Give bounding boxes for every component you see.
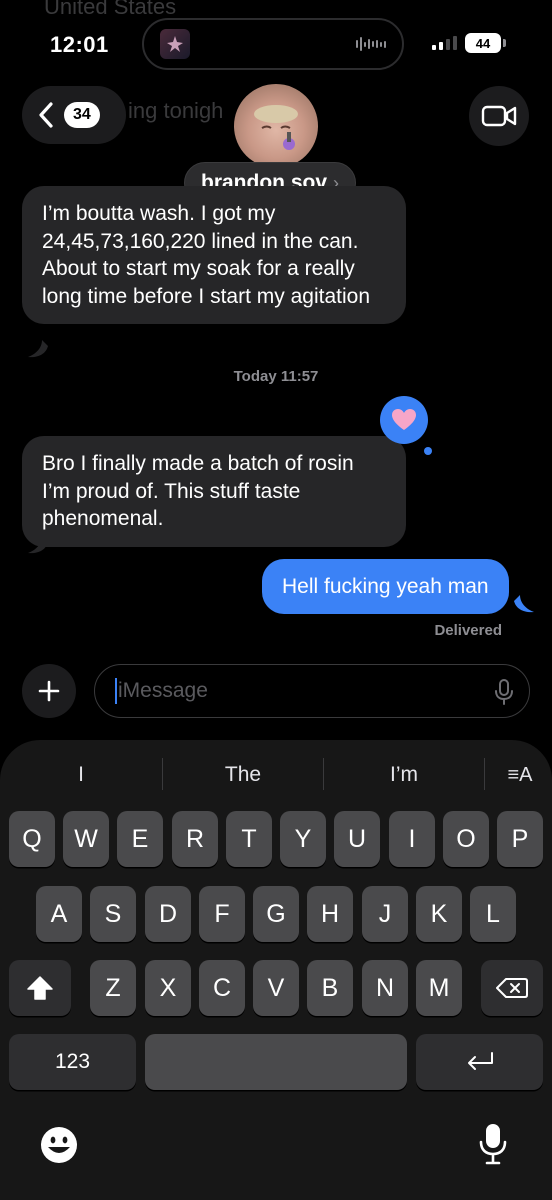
apps-plus-button[interactable]: [22, 664, 76, 718]
back-button[interactable]: 34: [22, 86, 126, 144]
delivery-status: Delivered: [434, 622, 502, 639]
key-i[interactable]: I: [389, 811, 435, 867]
key-o[interactable]: O: [443, 811, 489, 867]
backspace-icon: [496, 978, 528, 998]
key-s[interactable]: S: [90, 886, 136, 942]
key-d[interactable]: D: [145, 886, 191, 942]
key-p[interactable]: P: [497, 811, 543, 867]
message-text: Bro I finally made a batch of rosin I’m …: [42, 452, 354, 530]
prediction-1[interactable]: I: [0, 758, 162, 792]
key-g[interactable]: G: [253, 886, 299, 942]
key-l[interactable]: L: [470, 886, 516, 942]
heart-icon: [392, 409, 416, 430]
unread-count-badge: 34: [64, 102, 100, 128]
emoji-icon[interactable]: [39, 1125, 79, 1165]
message-input-placeholder: iMessage: [118, 679, 208, 702]
space-bar[interactable]: [145, 1034, 407, 1090]
key-y[interactable]: Y: [280, 811, 326, 867]
facetime-video-button[interactable]: [469, 86, 529, 146]
numbers-key[interactable]: 123: [9, 1034, 136, 1090]
key-z[interactable]: Z: [90, 960, 136, 1016]
prediction-3[interactable]: I’m: [324, 758, 484, 792]
key-w[interactable]: W: [63, 811, 109, 867]
key-x[interactable]: X: [145, 960, 191, 1016]
text-cursor: [115, 678, 117, 704]
bubble-tail: [514, 595, 534, 613]
shift-icon: [27, 976, 53, 1000]
tapback-tail: [424, 447, 432, 455]
key-e[interactable]: E: [117, 811, 163, 867]
key-h[interactable]: H: [307, 886, 353, 942]
key-j[interactable]: J: [362, 886, 408, 942]
battery-level: 44: [475, 35, 491, 51]
message-timestamp: Today 11:57: [233, 368, 319, 385]
now-playing-thumbnail: [160, 29, 190, 59]
plus-icon: [38, 680, 60, 702]
key-b[interactable]: B: [307, 960, 353, 1016]
key-k[interactable]: K: [416, 886, 462, 942]
audio-waveform-icon: [356, 36, 386, 52]
key-v[interactable]: V: [253, 960, 299, 1016]
microphone-icon[interactable]: [495, 679, 513, 705]
message-input[interactable]: iMessage: [94, 664, 530, 718]
avatar-photo: [254, 105, 298, 150]
key-n[interactable]: N: [362, 960, 408, 1016]
prediction-divider: [484, 758, 485, 790]
video-camera-icon: [481, 105, 517, 127]
backspace-key[interactable]: [481, 960, 543, 1016]
key-a[interactable]: A: [36, 886, 82, 942]
background-text: United States: [44, 0, 177, 19]
key-c[interactable]: C: [199, 960, 245, 1016]
contact-avatar[interactable]: [234, 84, 318, 168]
return-key[interactable]: [416, 1034, 543, 1090]
incoming-message-bubble[interactable]: I’m boutta wash. I got my 24,45,73,160,2…: [22, 186, 406, 324]
key-t[interactable]: T: [226, 811, 272, 867]
prediction-2[interactable]: The: [163, 758, 323, 792]
dynamic-island[interactable]: [142, 18, 404, 70]
dictation-icon[interactable]: [478, 1122, 508, 1166]
cellular-signal-icon: [432, 36, 457, 50]
battery-indicator: 44: [465, 33, 506, 53]
key-m[interactable]: M: [416, 960, 462, 1016]
text-format-button[interactable]: ≡A: [500, 758, 540, 792]
key-q[interactable]: Q: [9, 811, 55, 867]
message-text: Hell fucking yeah man: [282, 575, 489, 598]
return-icon: [467, 1052, 493, 1070]
key-r[interactable]: R: [172, 811, 218, 867]
message-text: I’m boutta wash. I got my 24,45,73,160,2…: [42, 202, 370, 308]
incoming-message-bubble[interactable]: Bro I finally made a batch of rosin I’m …: [22, 436, 406, 547]
outgoing-message-bubble[interactable]: Hell fucking yeah man: [262, 559, 509, 614]
bubble-tail: [28, 536, 48, 554]
background-text: ing tonigh: [128, 98, 224, 123]
chevron-left-icon: [39, 102, 53, 128]
status-time: 12:01: [50, 32, 109, 57]
shift-key[interactable]: [9, 960, 71, 1016]
key-u[interactable]: U: [334, 811, 380, 867]
key-f[interactable]: F: [199, 886, 245, 942]
bubble-tail: [28, 340, 48, 358]
heart-tapback-reaction[interactable]: [380, 396, 428, 444]
